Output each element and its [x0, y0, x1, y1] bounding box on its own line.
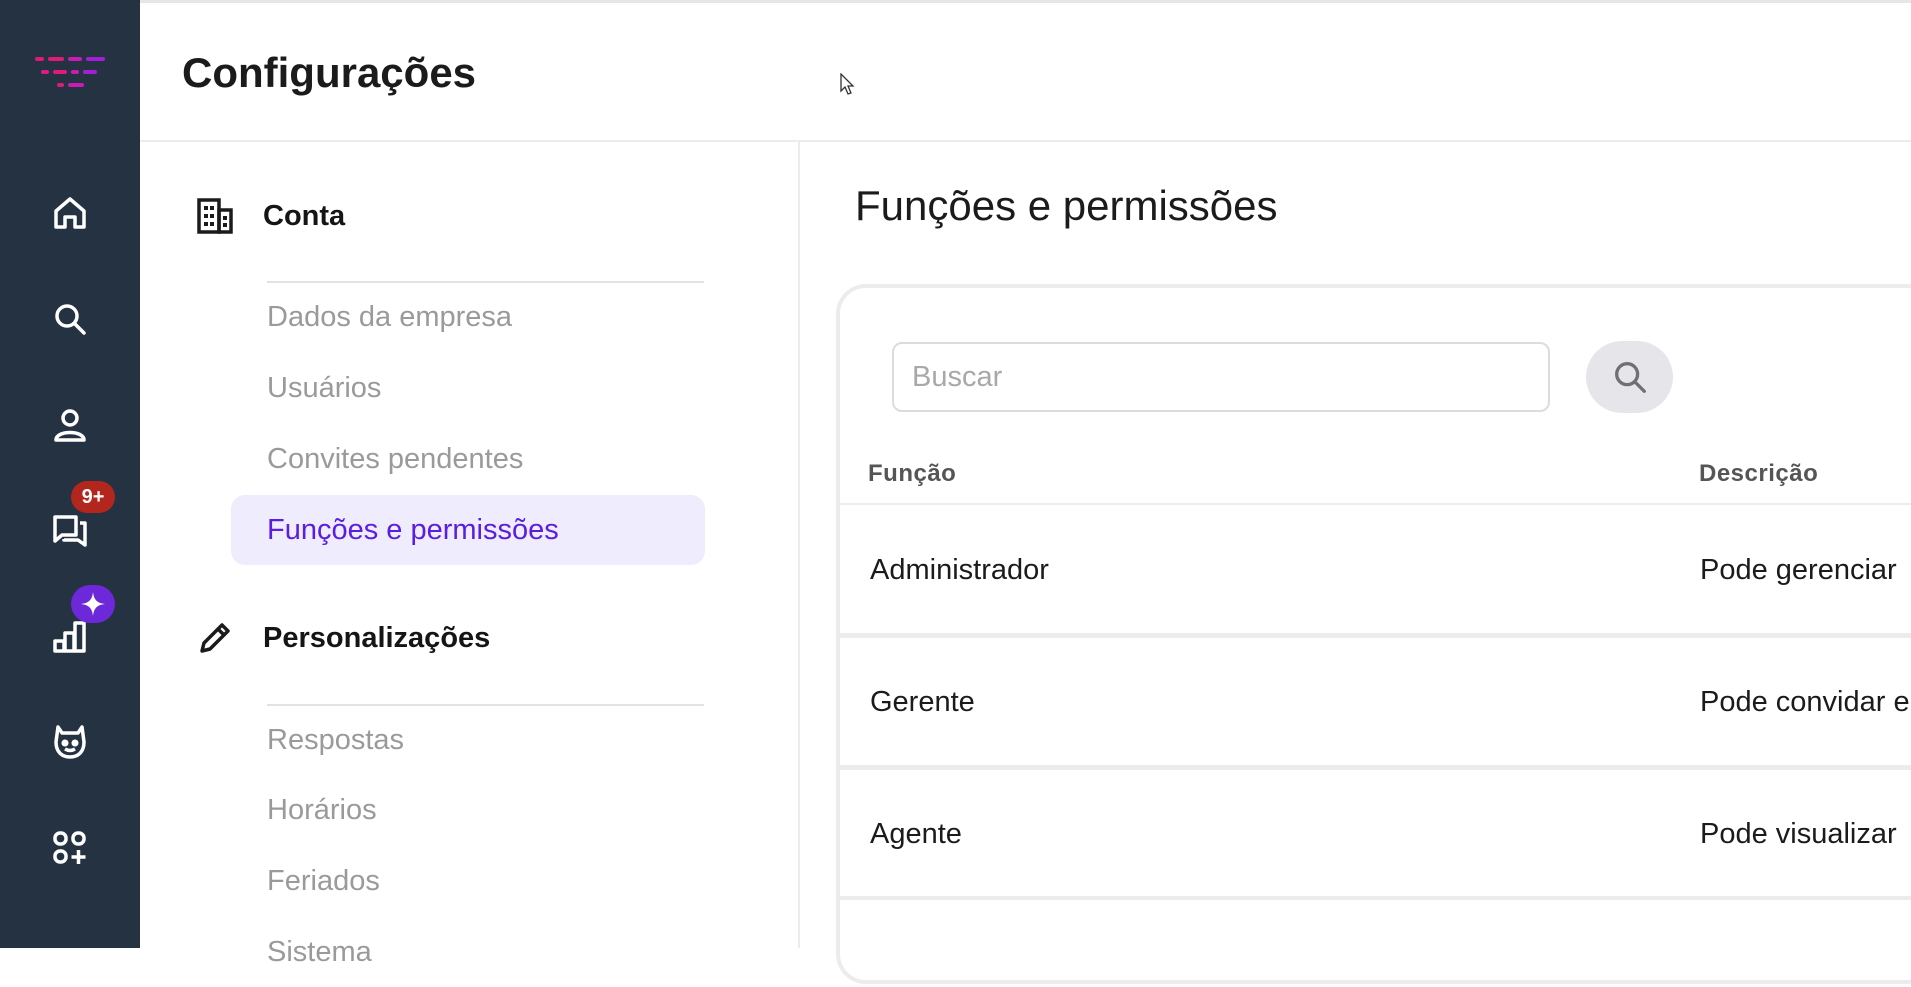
column-header-funcao[interactable]: Função — [868, 460, 956, 488]
nav-home-button[interactable] — [40, 183, 100, 243]
search-button[interactable] — [1586, 341, 1673, 413]
menu-item-usuarios[interactable]: Usuários — [231, 353, 705, 423]
table-cell-description: Pode gerenciar — [1700, 554, 1897, 586]
table-cell-role[interactable]: Administrador — [870, 554, 1049, 587]
content-title: Funções e permissões — [855, 182, 1278, 229]
notification-badge: 9+ — [71, 481, 115, 513]
menu-item-respostas[interactable]: Respostas — [231, 705, 705, 775]
sparkle-icon — [81, 592, 105, 616]
column-header-descricao[interactable]: Descrição — [1699, 460, 1818, 488]
mouse-cursor-icon — [840, 73, 855, 95]
nav-rail: 9+ — [0, 0, 140, 948]
table-cell-description: Pode visualizar — [1700, 818, 1897, 850]
search-icon — [55, 304, 86, 335]
section-conta: Conta — [195, 196, 345, 236]
ai-badge — [71, 585, 115, 623]
bar-chart-icon — [53, 621, 86, 653]
section-title: Personalizações — [263, 621, 491, 654]
table-header-divider — [838, 503, 1911, 505]
apps-add-icon — [53, 831, 86, 864]
table-cell-role[interactable]: Gerente — [870, 686, 975, 719]
menu-item-sistema[interactable]: Sistema — [231, 917, 705, 987]
brand-logo[interactable] — [35, 55, 105, 91]
chat-icon — [53, 515, 87, 547]
menu-item-horarios[interactable]: Horários — [231, 775, 705, 845]
menu-item-convites-pendentes[interactable]: Convites pendentes — [231, 424, 705, 494]
page-title: Configurações — [182, 49, 477, 96]
home-icon — [54, 197, 86, 229]
menu-item-feriados[interactable]: Feriados — [231, 846, 705, 916]
nav-bot-button[interactable] — [40, 712, 100, 772]
building-icon — [197, 198, 233, 234]
person-icon — [54, 409, 86, 442]
section-title: Conta — [263, 199, 346, 232]
nav-search-button[interactable] — [40, 289, 100, 349]
menu-item-dados-da-empresa[interactable]: Dados da empresa — [231, 282, 705, 352]
robot-icon — [54, 725, 86, 759]
menu-item-funcoes-e-permissoes[interactable]: Funções e permissões — [231, 495, 705, 565]
table-cell-role[interactable]: Agente — [870, 818, 962, 851]
nav-contacts-button[interactable] — [40, 396, 100, 456]
description-column: Pode gerenciar Pode convidar e Pode visu… — [1690, 520, 1911, 948]
page-header: Configurações — [140, 0, 1911, 142]
search-icon — [1614, 362, 1646, 393]
search-input[interactable] — [892, 342, 1550, 412]
settings-menu: Conta Dados da empresa Usuários Convites… — [140, 142, 800, 968]
table-cell-description: Pode convidar e — [1700, 686, 1910, 718]
nav-apps-button[interactable] — [40, 818, 100, 878]
pencil-icon — [200, 623, 230, 653]
section-personalizacoes: Personalizações — [195, 618, 490, 658]
